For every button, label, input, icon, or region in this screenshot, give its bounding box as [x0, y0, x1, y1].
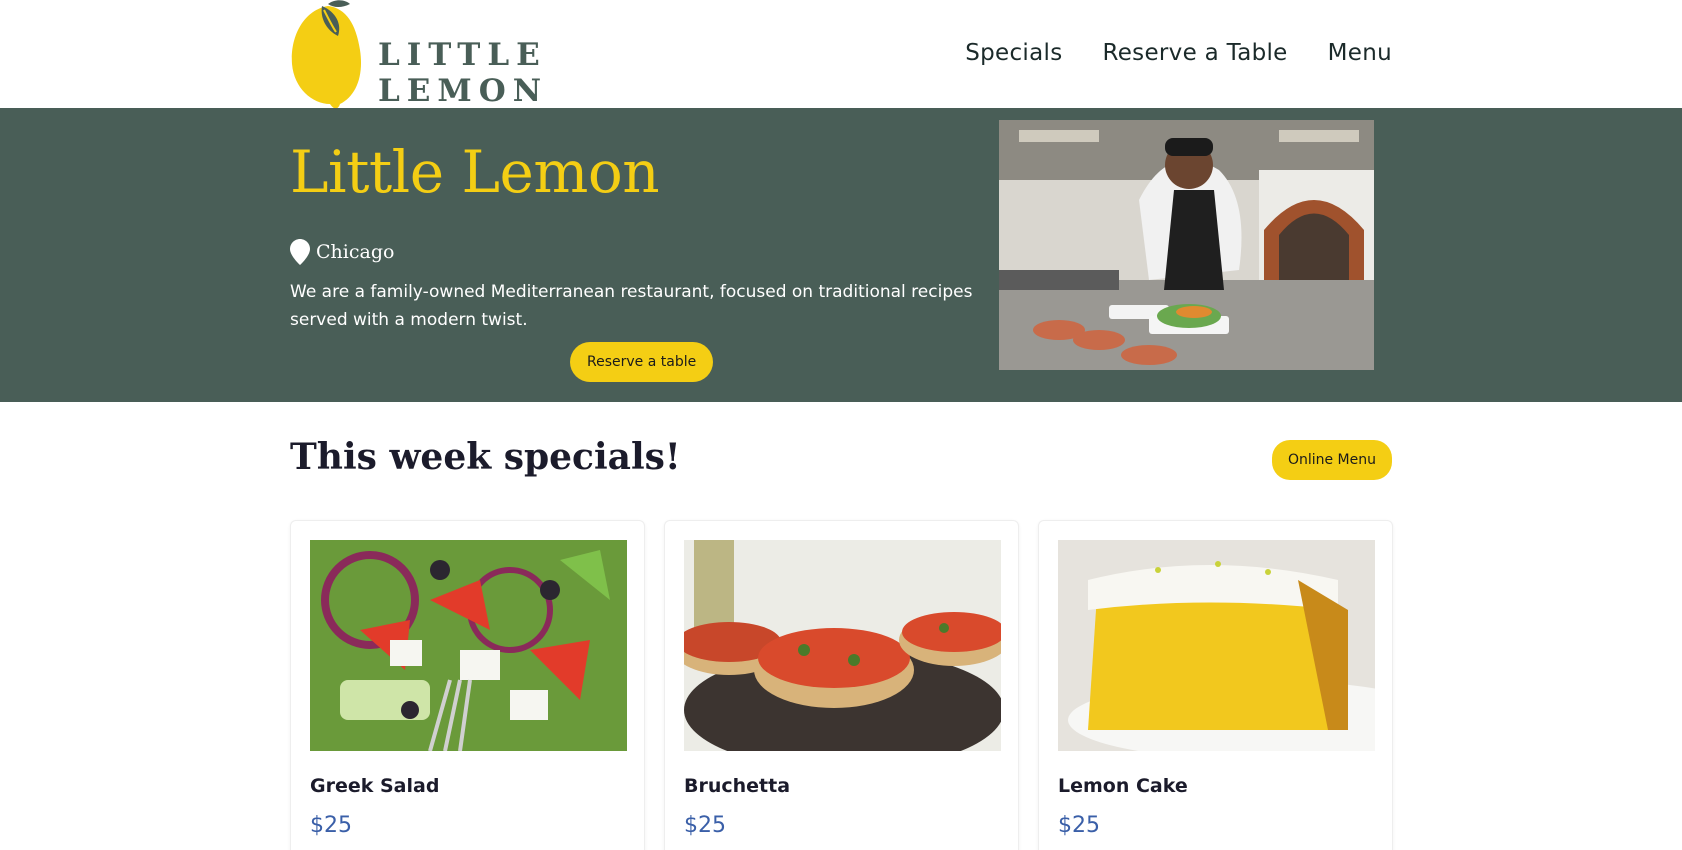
lemon-logo-icon — [291, 0, 361, 108]
specials-title: This week specials! — [290, 436, 681, 478]
special-name: Bruchetta — [684, 775, 791, 797]
reserve-table-button[interactable]: Reserve a table — [570, 342, 714, 382]
hero-description: We are a family-owned Mediterranean rest… — [290, 282, 973, 330]
special-price: $25 — [684, 813, 726, 838]
special-price: $25 — [1058, 813, 1100, 838]
specials-section: This week specials! Online Menu Greek Sa… — [0, 402, 1682, 850]
site-header: LITTLE LEMON Specials Reserve a Table Me… — [0, 0, 1682, 109]
main-nav: Specials Reserve a Table Menu — [965, 40, 1392, 66]
nav-specials[interactable]: Specials — [965, 40, 1062, 66]
special-card-greek-salad[interactable]: Greek Salad $25 — [290, 520, 645, 850]
special-name: Greek Salad — [310, 775, 440, 797]
special-card-bruchetta[interactable]: Bruchetta $25 — [664, 520, 1019, 850]
special-name: Lemon Cake — [1058, 775, 1188, 797]
greek-salad-photo — [310, 540, 627, 751]
special-card-lemon-cake[interactable]: Lemon Cake $25 — [1038, 520, 1393, 850]
map-pin-icon — [290, 239, 310, 265]
city-label: Chicago — [316, 241, 395, 263]
chef-photo — [999, 120, 1374, 370]
city-location: Chicago — [290, 239, 394, 265]
hero-title: Little Lemon — [290, 138, 660, 206]
online-menu-button[interactable]: Online Menu — [1271, 440, 1392, 480]
brand-name: LITTLE LEMON — [378, 37, 549, 109]
hero-section: Little Lemon Chicago We are a family-own… — [0, 108, 1682, 402]
lemon-cake-photo — [1058, 540, 1375, 751]
special-price: $25 — [310, 813, 352, 838]
bruchetta-photo — [684, 540, 1001, 751]
nav-reserve-table[interactable]: Reserve a Table — [1102, 40, 1287, 66]
logo[interactable]: LITTLE LEMON — [290, 0, 710, 109]
specials-cards: Greek Salad $25 Bruchetta $25 Lemon Cake… — [290, 520, 1393, 850]
nav-menu[interactable]: Menu — [1328, 40, 1392, 66]
